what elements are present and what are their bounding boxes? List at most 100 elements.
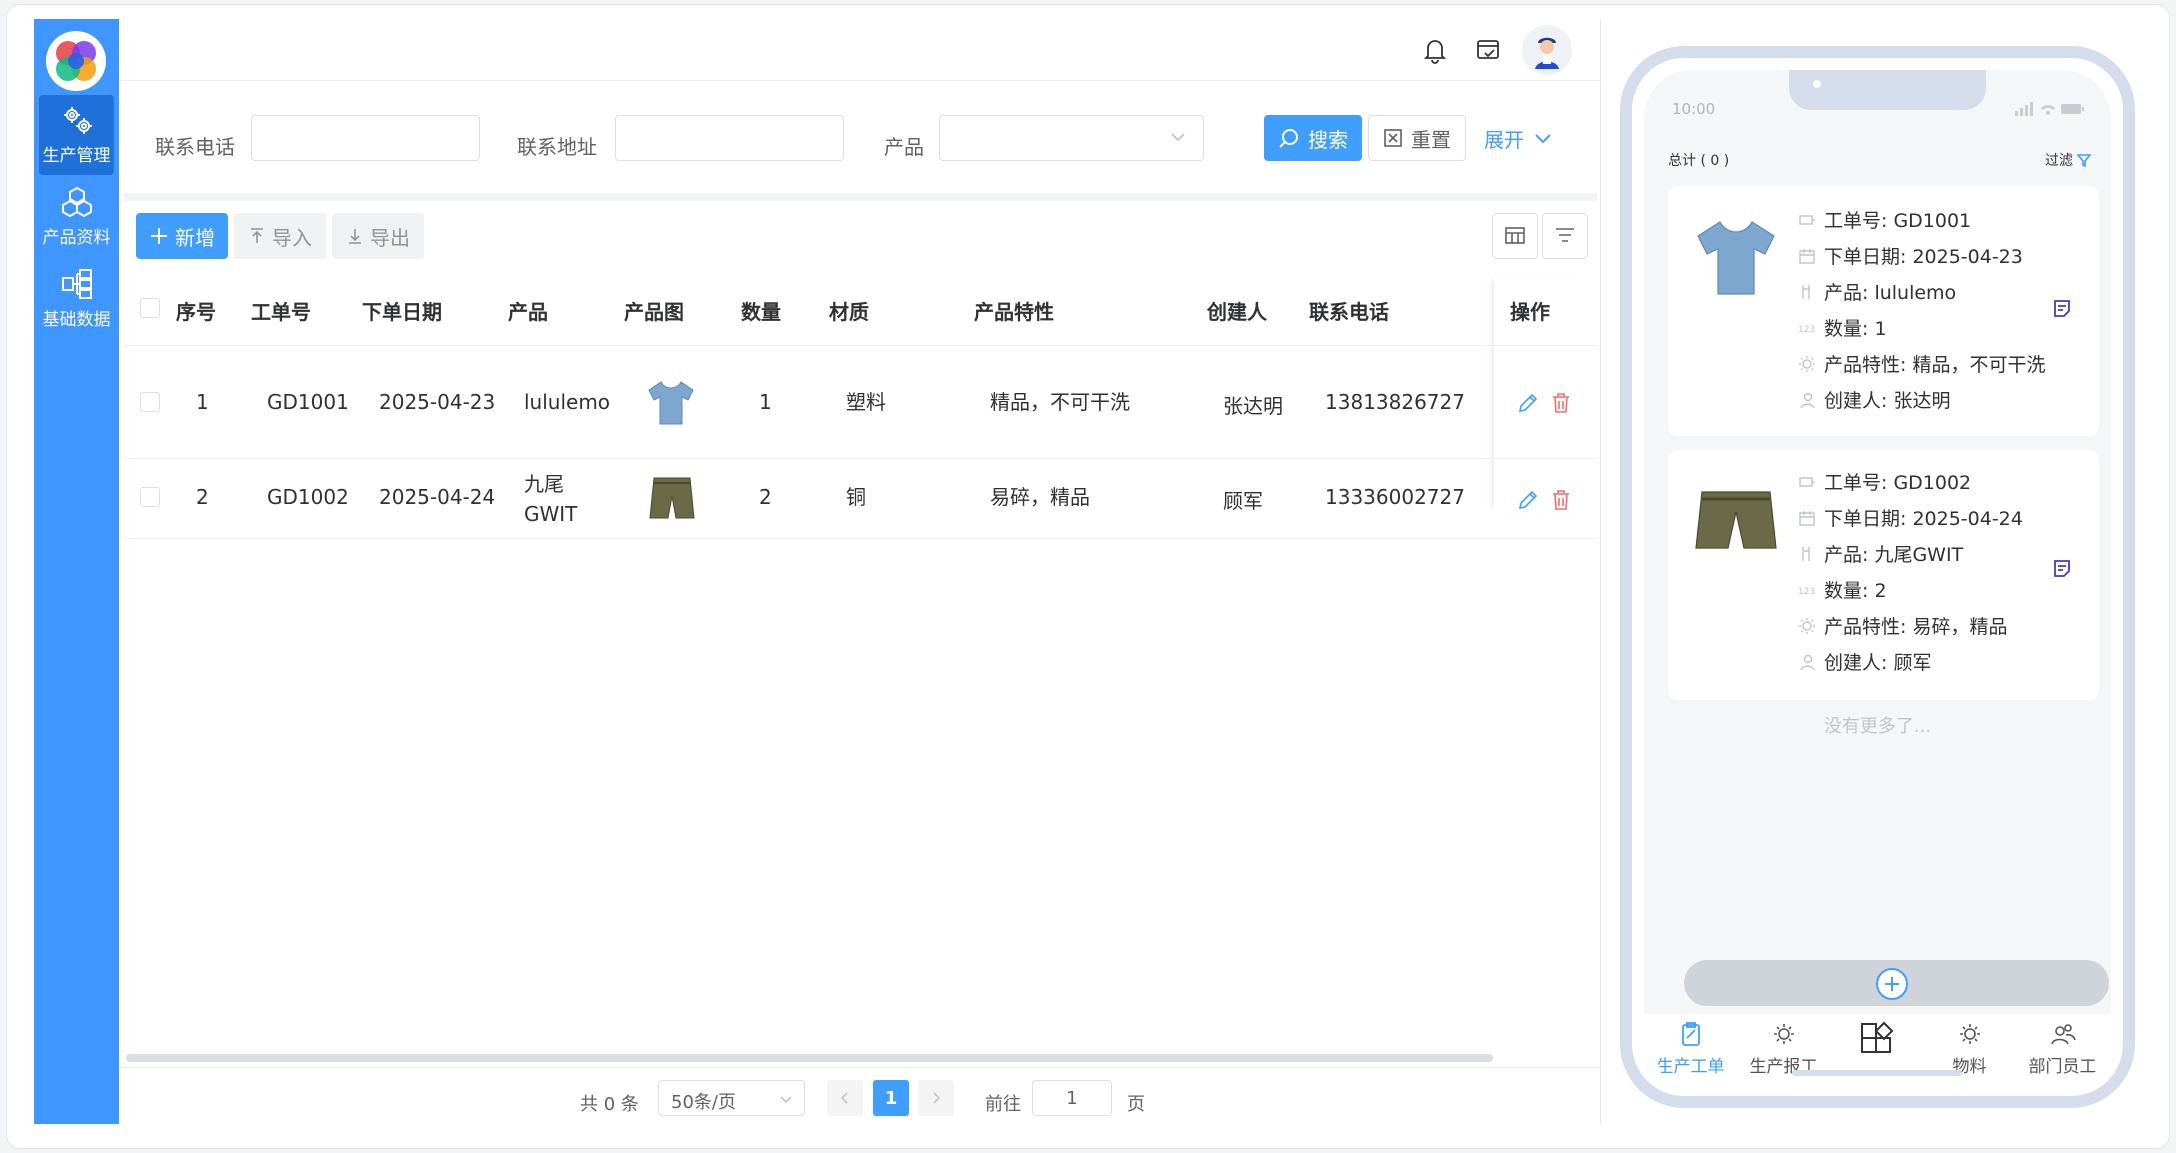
fab-bar — [1684, 960, 2109, 1006]
sidebar-item-label: 产品资料 — [42, 228, 111, 248]
page-size-value: 50条/页 — [671, 1092, 736, 1113]
edit-icon[interactable] — [1516, 488, 1540, 512]
export-button[interactable]: 导出 — [332, 213, 424, 259]
cell-qty: 1 — [759, 390, 772, 414]
edit-icon[interactable] — [1516, 391, 1540, 415]
column-header: 产品图 — [624, 300, 684, 324]
cell-index: 1 — [196, 390, 209, 414]
cell-material: 塑料 — [846, 390, 886, 414]
gears-icon — [63, 107, 92, 134]
row-divider — [124, 538, 1597, 539]
edit-note-icon[interactable] — [2051, 298, 2073, 320]
product-label: 产品 — [884, 135, 924, 159]
chevron-right-icon — [933, 1092, 941, 1104]
add-fab-button[interactable] — [1876, 968, 1908, 1000]
column-header: 下单日期 — [362, 300, 442, 324]
row-divider — [124, 458, 1597, 459]
card-creator-text: 创建人: 张达明 — [1824, 390, 1951, 412]
tab-production-report[interactable]: 生产报工 — [1737, 1020, 1830, 1077]
order-card[interactable]: 工单号: GD1002 下单日期: 2025-04-24 产品: 九尾GWIT … — [1668, 450, 2099, 700]
reset-button[interactable]: 重置 — [1368, 115, 1466, 161]
sidebar-item-production[interactable]: 生产管理 — [39, 95, 114, 175]
card-date-text: 下单日期: 2025-04-23 — [1824, 246, 2023, 268]
product-image-olive-shorts[interactable] — [644, 470, 700, 526]
status-time: 10:00 — [1672, 100, 1716, 118]
select-all-checkbox[interactable] — [140, 298, 160, 318]
plus-icon — [1885, 977, 1899, 991]
add-button[interactable]: 新增 — [136, 213, 228, 259]
note-check-icon[interactable] — [1473, 35, 1503, 65]
delete-icon[interactable] — [1550, 488, 1572, 512]
product-image-blue-tshirt[interactable] — [643, 374, 699, 430]
sun-gear-icon — [1959, 1024, 1980, 1044]
product-select[interactable] — [939, 115, 1204, 161]
search-button-label: 搜索 — [1308, 127, 1348, 152]
number-icon: 123 — [1798, 325, 1815, 335]
add-button-label: 新增 — [175, 225, 215, 250]
cell-feature: 精品，不可干洗 — [990, 390, 1130, 414]
order-card[interactable]: 工单号: GD1001 下单日期: 2025-04-23 产品: lululem… — [1668, 186, 2099, 436]
card-creator: 创建人: 张达明 — [1798, 386, 1950, 413]
column-header: 数量 — [741, 300, 781, 324]
sun-icon — [1799, 355, 1815, 372]
tab-production-order[interactable]: 生产工单 — [1644, 1020, 1737, 1077]
app-logo[interactable] — [46, 31, 106, 91]
prev-page-button[interactable] — [827, 1080, 863, 1116]
avatar[interactable] — [1522, 25, 1572, 75]
import-button[interactable]: 导入 — [234, 213, 326, 259]
column-header: 产品 — [508, 300, 548, 324]
page-number-button[interactable]: 1 — [873, 1080, 909, 1116]
filter-settings-button[interactable] — [1542, 213, 1588, 259]
card-order-no-text: 工单号: GD1002 — [1824, 472, 1972, 494]
cell-index: 2 — [196, 485, 209, 509]
horizontal-scrollbar[interactable] — [126, 1054, 1493, 1062]
reset-icon — [1384, 129, 1402, 147]
address-input[interactable] — [615, 115, 844, 161]
tab-materials[interactable]: 物料 — [1923, 1020, 2016, 1077]
bell-icon[interactable] — [1420, 35, 1450, 65]
chevron-down-icon — [1171, 133, 1185, 142]
filter-button[interactable]: 过滤 — [2045, 150, 2091, 170]
expand-link[interactable]: 展开 — [1474, 115, 1564, 161]
filter-list-icon — [1556, 228, 1574, 242]
cubes-icon — [61, 186, 92, 218]
card-qty: 123 数量: 2 — [1798, 576, 1887, 603]
row-checkbox[interactable] — [140, 392, 160, 412]
sidebar-item-label: 基础数据 — [42, 310, 111, 330]
card-order-no: 工单号: GD1001 — [1798, 206, 1971, 233]
top-bar — [120, 19, 1601, 81]
sidebar-item-products[interactable]: 产品资料 — [39, 177, 114, 257]
mobile-preview: 10:00 总计 ( 0 ) 过滤 工单号: GD1001 下单日期: 2025… — [1620, 46, 2135, 1108]
edit-note-icon[interactable] — [2051, 558, 2073, 580]
cell-product: lululemo — [524, 390, 611, 414]
column-header: 工单号 — [251, 300, 311, 324]
page-size-select[interactable]: 50条/页 — [658, 1080, 805, 1116]
cell-phone: 13336002727 — [1325, 485, 1465, 509]
filter-label: 过滤 — [2045, 153, 2073, 169]
cell-order-no: GD1001 — [267, 390, 349, 414]
sidebar-item-basic-data[interactable]: 基础数据 — [39, 259, 114, 339]
card-qty-text: 数量: 2 — [1824, 580, 1887, 602]
cell-qty: 2 — [759, 485, 772, 509]
download-icon — [349, 229, 361, 244]
card-order-no: 工单号: GD1002 — [1798, 468, 1971, 495]
import-button-label: 导入 — [272, 225, 312, 250]
row-checkbox[interactable] — [140, 487, 160, 507]
number-icon: 123 — [1798, 587, 1815, 597]
card-feature-text: 产品特性: 易碎，精品 — [1824, 616, 2008, 638]
column-settings-button[interactable] — [1492, 213, 1538, 259]
card-product-text: 产品: lululemo — [1824, 282, 1957, 304]
funnel-icon — [2077, 154, 2091, 167]
goto-page-input[interactable] — [1032, 1080, 1112, 1116]
phone-input[interactable] — [251, 115, 480, 161]
delete-icon[interactable] — [1550, 391, 1572, 415]
page-suffix: 页 — [1127, 1094, 1145, 1115]
tab-apps[interactable] — [1830, 1020, 1923, 1062]
column-header: 创建人 — [1207, 300, 1267, 324]
chevron-left-icon — [840, 1092, 848, 1104]
svg-text:123: 123 — [1798, 325, 1815, 335]
next-page-button[interactable] — [918, 1080, 954, 1116]
search-button[interactable]: 搜索 — [1264, 115, 1362, 161]
column-header: 产品特性 — [974, 300, 1054, 324]
tab-department-staff[interactable]: 部门员工 — [2016, 1020, 2109, 1077]
